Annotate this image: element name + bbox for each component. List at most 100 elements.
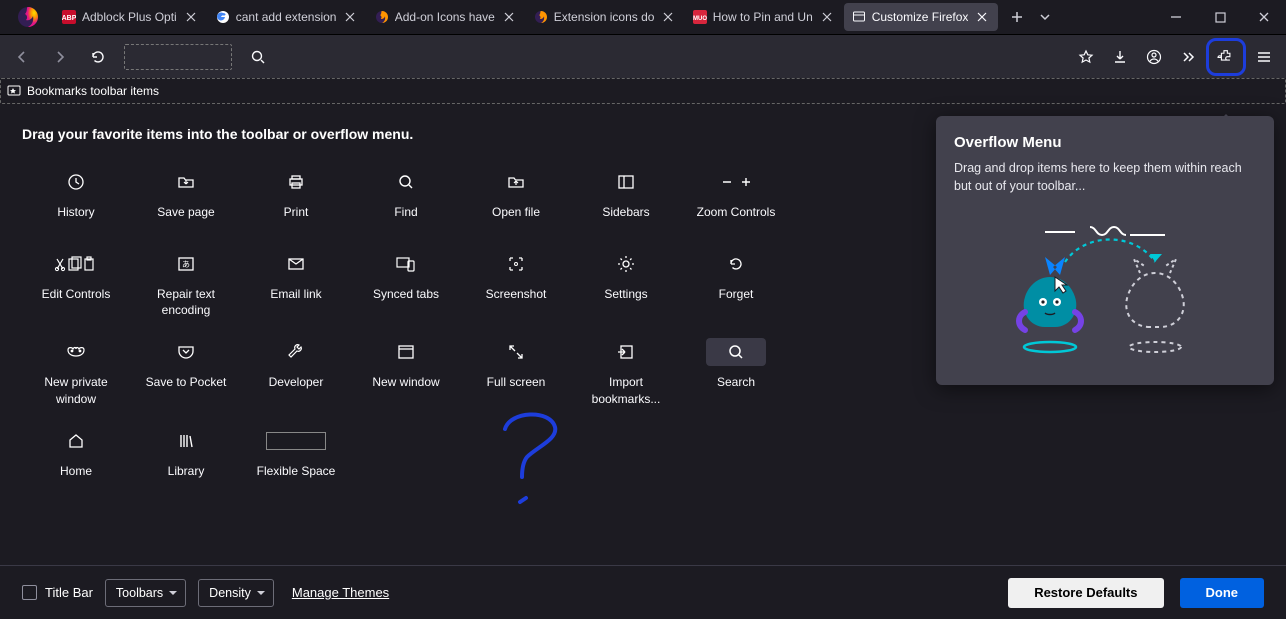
zoom-icon	[706, 168, 766, 196]
downloads-button[interactable]	[1104, 41, 1136, 73]
close-icon[interactable]	[501, 9, 517, 25]
bookmarks-toolbar-icon	[7, 84, 21, 98]
extensions-button-highlighted[interactable]	[1206, 38, 1246, 76]
item-label: New window	[372, 374, 439, 390]
search-icon	[376, 168, 436, 196]
overflow-button[interactable]	[1172, 41, 1204, 73]
done-button[interactable]: Done	[1180, 578, 1265, 608]
item-import-bookmarks[interactable]: Import bookmarks...	[572, 334, 680, 410]
customize-footer: Title Bar Toolbars Density Manage Themes…	[0, 565, 1286, 619]
item-forget[interactable]: Forget	[682, 246, 790, 322]
item-library[interactable]: Library	[132, 423, 240, 493]
item-email-link[interactable]: Email link	[242, 246, 350, 322]
overflow-desc: Drag and drop items here to keep them wi…	[954, 159, 1256, 195]
restore-defaults-button[interactable]: Restore Defaults	[1008, 578, 1163, 608]
svg-text:あ: あ	[182, 260, 190, 269]
new-tab-button[interactable]	[1003, 3, 1031, 31]
toolbars-select[interactable]: Toolbars	[105, 579, 186, 607]
search-toolbar-icon[interactable]	[242, 41, 274, 73]
flexspace-icon	[266, 427, 326, 455]
app-menu-button[interactable]	[1248, 41, 1280, 73]
overflow-panel: Overflow Menu Drag and drop items here t…	[936, 116, 1274, 385]
close-icon[interactable]	[660, 9, 676, 25]
item-edit-controls[interactable]: Edit Controls	[22, 246, 130, 322]
overflow-illustration	[954, 217, 1256, 367]
maximize-button[interactable]	[1198, 0, 1242, 34]
item-print[interactable]: Print	[242, 164, 350, 234]
bookmarks-toolbar-placeholder[interactable]: Bookmarks toolbar items	[0, 78, 1286, 104]
cutcopy-icon	[46, 250, 106, 278]
account-button[interactable]	[1138, 41, 1170, 73]
close-window-button[interactable]	[1242, 0, 1286, 34]
item-label: Synced tabs	[373, 286, 439, 302]
forget-icon	[706, 250, 766, 278]
close-icon[interactable]	[183, 9, 199, 25]
print-icon	[266, 168, 326, 196]
tab-4[interactable]: MUO How to Pin and Un	[685, 3, 843, 31]
close-icon[interactable]	[819, 9, 835, 25]
item-label: Zoom Controls	[697, 204, 776, 220]
close-icon[interactable]	[342, 9, 358, 25]
bookmark-star-button[interactable]	[1070, 41, 1102, 73]
tab-1[interactable]: cant add extension	[208, 3, 366, 31]
item-label: Save page	[157, 204, 214, 220]
firefox-favicon	[534, 10, 548, 24]
fullscreen-icon	[486, 338, 546, 366]
item-sidebars[interactable]: Sidebars	[572, 164, 680, 234]
back-button[interactable]	[6, 41, 38, 73]
close-icon[interactable]	[974, 9, 990, 25]
titlebar-checkbox[interactable]: Title Bar	[22, 585, 93, 600]
muo-favicon: MUO	[693, 10, 707, 24]
item-home[interactable]: Home	[22, 423, 130, 493]
item-label: Import bookmarks...	[576, 374, 676, 406]
tab-title: cant add extension	[236, 10, 336, 24]
toolbar	[0, 34, 1286, 78]
import-icon	[596, 338, 656, 366]
urlbar-placeholder[interactable]	[124, 44, 232, 70]
item-label: Save to Pocket	[146, 374, 227, 390]
item-search[interactable]: Search	[682, 334, 790, 410]
item-save-to-pocket[interactable]: Save to Pocket	[132, 334, 240, 410]
item-zoom-controls[interactable]: Zoom Controls	[682, 164, 790, 234]
item-label: New private window	[26, 374, 126, 406]
item-label: Settings	[604, 286, 647, 302]
forward-button[interactable]	[44, 41, 76, 73]
item-developer[interactable]: Developer	[242, 334, 350, 410]
minimize-button[interactable]	[1154, 0, 1198, 34]
tab-3[interactable]: Extension icons do	[526, 3, 684, 31]
item-label: Print	[284, 204, 309, 220]
item-synced-tabs[interactable]: Synced tabs	[352, 246, 460, 322]
item-history[interactable]: History	[22, 164, 130, 234]
bookmarks-toolbar-label: Bookmarks toolbar items	[27, 84, 159, 98]
item-settings[interactable]: Settings	[572, 246, 680, 322]
home-icon	[46, 427, 106, 455]
tab-title: How to Pin and Un	[713, 10, 813, 24]
library-icon	[156, 427, 216, 455]
item-full-screen[interactable]: Full screen	[462, 334, 570, 410]
item-new-private[interactable]: New private window	[22, 334, 130, 410]
item-label: Developer	[269, 374, 324, 390]
tab-0[interactable]: ABP Adblock Plus Opti	[54, 3, 207, 31]
density-select[interactable]: Density	[198, 579, 274, 607]
screenshot-icon	[486, 250, 546, 278]
item-label: Full screen	[487, 374, 546, 390]
customize-favicon	[852, 10, 866, 24]
item-open-file[interactable]: Open file	[462, 164, 570, 234]
overflow-title: Overflow Menu	[954, 134, 1256, 151]
item-new-window[interactable]: New window	[352, 334, 460, 410]
tab-5[interactable]: Customize Firefox	[844, 3, 999, 31]
item-save-page[interactable]: Save page	[132, 164, 240, 234]
item-find[interactable]: Find	[352, 164, 460, 234]
tab-title: Extension icons do	[554, 10, 654, 24]
reload-button[interactable]	[82, 41, 114, 73]
tab-2[interactable]: Add-on Icons have	[367, 3, 525, 31]
folder-up-icon	[486, 168, 546, 196]
item-label: Edit Controls	[42, 286, 111, 302]
manage-themes-link[interactable]: Manage Themes	[292, 585, 389, 600]
all-tabs-button[interactable]	[1031, 3, 1059, 31]
item-label: Sidebars	[602, 204, 649, 220]
item-flexible-space[interactable]: Flexible Space	[242, 423, 350, 493]
item-label: Find	[394, 204, 417, 220]
item-screenshot[interactable]: Screenshot	[462, 246, 570, 322]
item-repair-encoding[interactable]: あRepair text encoding	[132, 246, 240, 322]
